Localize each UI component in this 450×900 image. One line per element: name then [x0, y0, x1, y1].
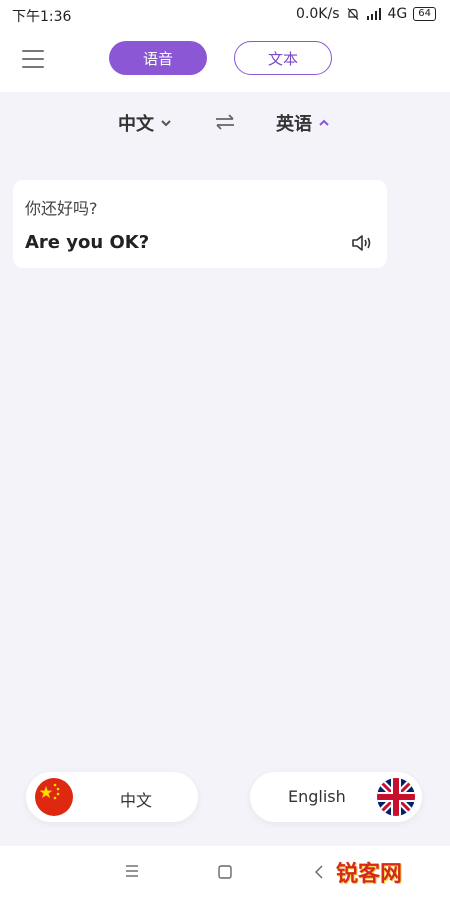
- network-speed: 0.0K/s: [296, 6, 340, 22]
- text-mode-button[interactable]: 文本: [234, 41, 332, 75]
- chinese-pill-label: 中文: [120, 791, 153, 810]
- target-language-select[interactable]: 英语: [276, 110, 330, 136]
- swap-icon[interactable]: [214, 112, 236, 132]
- menu-icon[interactable]: [22, 50, 44, 70]
- nav-menu-icon[interactable]: [124, 864, 140, 878]
- status-right: 0.0K/s 4G 64: [296, 6, 436, 22]
- translation-card[interactable]: 你还好吗? Are you OK?: [13, 180, 387, 268]
- nav-back-icon[interactable]: [313, 864, 325, 880]
- target-language-label: 英语: [276, 114, 312, 135]
- signal-icon: [366, 8, 381, 20]
- china-flag-icon: [35, 778, 73, 816]
- source-language-label: 中文: [118, 114, 154, 135]
- network-type: 4G: [387, 6, 408, 22]
- status-time: 下午1:36: [12, 9, 72, 25]
- speaker-icon[interactable]: [351, 234, 373, 252]
- chinese-voice-button[interactable]: 中文: [26, 772, 198, 822]
- uk-flag-icon: [377, 778, 415, 816]
- top-bar: 语音 文本: [0, 28, 450, 92]
- chevron-up-icon: [319, 119, 329, 126]
- nav-home-icon[interactable]: [217, 864, 233, 880]
- english-pill-label: English: [288, 787, 346, 806]
- bell-muted-icon: [347, 8, 358, 20]
- source-text: 你还好吗?: [25, 199, 98, 218]
- battery-indicator: 64: [413, 7, 436, 21]
- source-language-select[interactable]: 中文: [118, 110, 172, 136]
- language-selector-bar: 中文 英语: [0, 100, 450, 146]
- voice-mode-button[interactable]: 语音: [109, 41, 207, 75]
- chevron-down-icon: [161, 120, 171, 127]
- translated-text: Are you OK?: [25, 232, 150, 253]
- english-voice-button[interactable]: English: [250, 772, 422, 822]
- status-bar: 下午1:36 0.0K/s 4G 64: [0, 0, 450, 28]
- watermark-logo: 锐客网: [335, 862, 402, 887]
